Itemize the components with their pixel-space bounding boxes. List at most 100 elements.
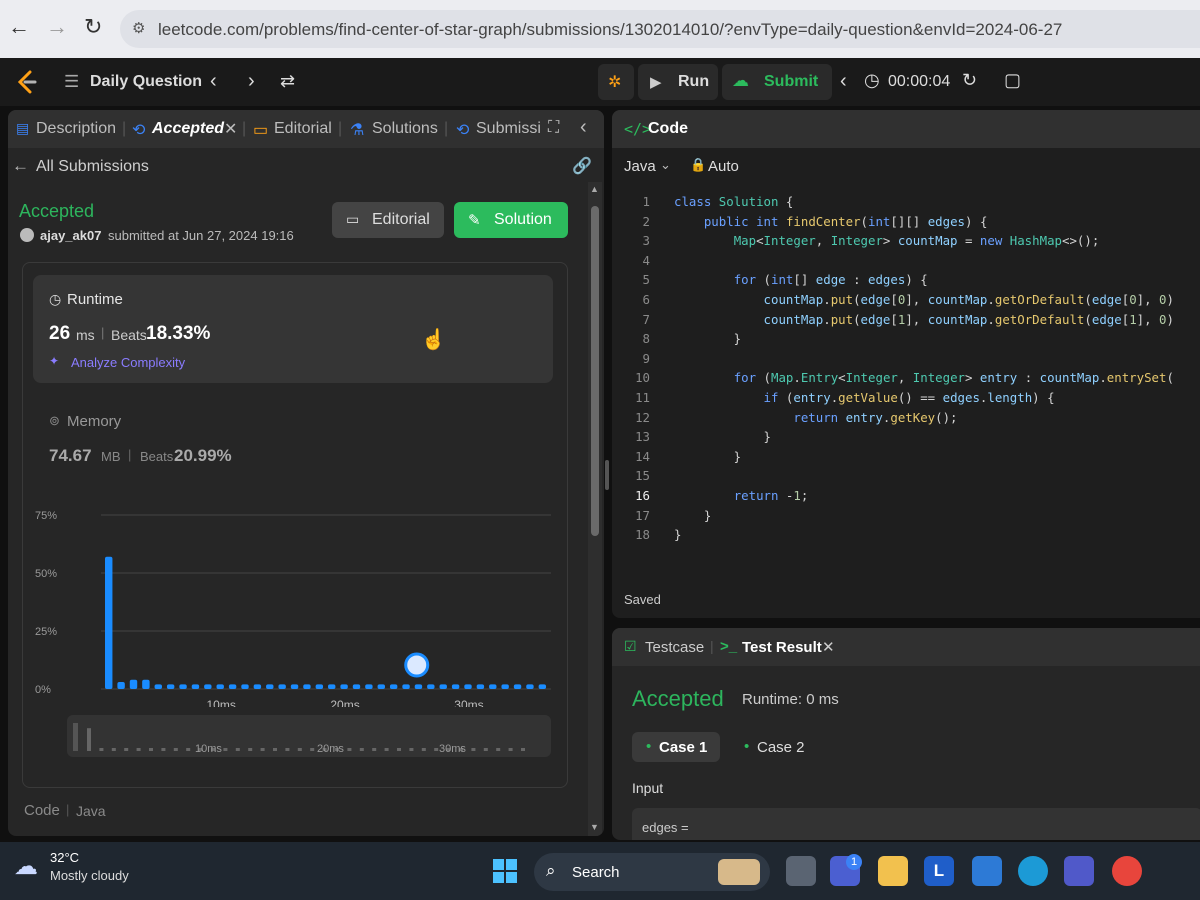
code-line[interactable]: 9: [620, 349, 1200, 368]
distribution-bar[interactable]: [427, 684, 435, 689]
your-runtime-marker[interactable]: [404, 652, 430, 678]
code-line[interactable]: 18}: [620, 525, 1200, 544]
url-text[interactable]: leetcode.com/problems/find-center-of-sta…: [158, 20, 1062, 40]
left-scrollbar[interactable]: ▲ ▼: [588, 182, 602, 836]
distribution-bar[interactable]: [216, 684, 224, 689]
memory-card[interactable]: ⊚ Memory 74.67 MB | Beats 20.99%: [33, 393, 553, 465]
distribution-bar[interactable]: [365, 684, 373, 689]
distribution-bar[interactable]: [538, 684, 547, 689]
code-line[interactable]: 1 class Solution {: [620, 192, 1200, 211]
distribution-bar[interactable]: [266, 684, 274, 689]
tab-submissions[interactable]: Submissi: [476, 120, 540, 138]
code-tab-title[interactable]: Code: [648, 120, 688, 138]
distribution-bar[interactable]: [278, 684, 286, 689]
task-view-icon[interactable]: [786, 856, 816, 886]
distribution-bar[interactable]: [241, 684, 249, 689]
case-2-button[interactable]: • Case 2: [732, 732, 820, 762]
distribution-bar[interactable]: [526, 684, 534, 689]
tab-testcase[interactable]: Testcase: [645, 639, 704, 656]
runtime-distribution-chart[interactable]: 75% 50% 25% 0% 10ms 20ms 30ms: [23, 497, 563, 707]
file-explorer-icon[interactable]: [878, 856, 908, 886]
distribution-bar[interactable]: [476, 684, 485, 689]
scroll-down-icon[interactable]: ▼: [590, 822, 599, 832]
back-arrow-icon[interactable]: ←: [12, 156, 29, 176]
tab-solutions[interactable]: Solutions: [372, 120, 438, 138]
distribution-bar[interactable]: [142, 679, 150, 689]
code-line[interactable]: 17 }: [620, 506, 1200, 525]
app-l-icon[interactable]: L: [924, 856, 954, 886]
submit-button[interactable]: ☁ Submit: [722, 64, 832, 100]
distribution-bar[interactable]: [154, 684, 162, 689]
code-line[interactable]: 12 return entry.getKey();: [620, 408, 1200, 427]
close-tab-icon[interactable]: ✕: [822, 638, 835, 656]
windows-start-icon[interactable]: [492, 858, 518, 884]
distribution-bar[interactable]: [303, 684, 311, 689]
prev-problem-icon[interactable]: ‹: [210, 70, 217, 93]
back-arrow-icon[interactable]: ←: [8, 14, 30, 40]
code-line[interactable]: 8 }: [620, 329, 1200, 348]
link-icon[interactable]: 🔗: [572, 156, 592, 176]
scroll-up-icon[interactable]: ▲: [590, 184, 599, 194]
distribution-bar[interactable]: [377, 684, 385, 689]
maximize-icon[interactable]: ⛶: [548, 119, 559, 137]
distribution-bar[interactable]: [204, 684, 212, 689]
timer-value[interactable]: 00:00:04: [888, 73, 950, 91]
reset-timer-icon[interactable]: ↻: [962, 70, 977, 91]
chart-range-navigator[interactable]: 10ms 20ms 30ms: [67, 715, 551, 757]
analyze-complexity-link[interactable]: Analyze Complexity: [71, 355, 185, 370]
panel-resize-handle[interactable]: [605, 460, 609, 490]
code-line[interactable]: 7 countMap.put(edge[1], countMap.getOrDe…: [620, 310, 1200, 329]
input-box[interactable]: edges =: [632, 808, 1200, 840]
timer-icon[interactable]: ◷: [864, 70, 880, 91]
code-line[interactable]: 15: [620, 466, 1200, 485]
distribution-bar[interactable]: [340, 684, 348, 689]
edge-icon[interactable]: [1018, 856, 1048, 886]
username[interactable]: ajay_ak07: [40, 228, 101, 243]
code-line[interactable]: 16 return -1;: [620, 486, 1200, 505]
editorial-button[interactable]: ▭ Editorial: [332, 202, 444, 238]
distribution-bar[interactable]: [228, 684, 237, 689]
code-line[interactable]: 5 for (int[] edge : edges) {: [620, 270, 1200, 289]
forward-arrow-icon[interactable]: →: [46, 14, 68, 40]
weather-desc[interactable]: Mostly cloudy: [50, 868, 129, 883]
code-line[interactable]: 4: [620, 251, 1200, 270]
distribution-bar[interactable]: [402, 684, 410, 689]
run-button[interactable]: ▶ Run: [638, 64, 718, 100]
list-icon[interactable]: ☰: [64, 72, 79, 92]
distribution-bar[interactable]: [191, 684, 200, 689]
teams-icon[interactable]: [1064, 856, 1094, 886]
solution-button[interactable]: ✎ Solution: [454, 202, 568, 238]
chrome-icon[interactable]: [1112, 856, 1142, 886]
distribution-bar[interactable]: [352, 684, 361, 689]
language-select[interactable]: Java: [624, 158, 656, 175]
code-line[interactable]: 6 countMap.put(edge[0], countMap.getOrDe…: [620, 290, 1200, 309]
next-problem-icon[interactable]: ›: [248, 70, 255, 93]
code-editor[interactable]: 1 class Solution {2 public int findCenter…: [620, 192, 1200, 552]
code-line[interactable]: 14 }: [620, 447, 1200, 466]
weather-cloud-icon[interactable]: ☁: [14, 852, 38, 881]
mail-icon[interactable]: [972, 856, 1002, 886]
reload-icon[interactable]: ↻: [84, 14, 102, 40]
distribution-bar[interactable]: [105, 556, 113, 689]
code-line[interactable]: 10 for (Map.Entry<Integer, Integer> entr…: [620, 368, 1200, 387]
collapse-panel-icon[interactable]: ‹: [580, 116, 587, 139]
distribution-bar[interactable]: [464, 684, 472, 689]
chevron-down-icon[interactable]: ⌄: [660, 157, 671, 173]
code-line[interactable]: 2 public int findCenter(int[][] edges) {: [620, 212, 1200, 231]
code-line[interactable]: 3 Map<Integer, Integer> countMap = new H…: [620, 231, 1200, 250]
all-submissions-link[interactable]: All Submissions: [36, 158, 149, 176]
code-line[interactable]: 11 if (entry.getValue() == edges.length)…: [620, 388, 1200, 407]
leetcode-logo-icon[interactable]: [16, 70, 38, 94]
tab-description[interactable]: Description: [36, 120, 116, 138]
distribution-bar[interactable]: [451, 684, 460, 689]
case-1-button[interactable]: • Case 1: [632, 732, 720, 762]
weather-temp[interactable]: 32°C: [50, 850, 79, 865]
tab-test-result[interactable]: Test Result: [742, 639, 822, 656]
collapse-timer-icon[interactable]: ‹: [840, 70, 847, 93]
distribution-bar[interactable]: [179, 684, 187, 689]
taskbar-search-box[interactable]: ⌕ Search: [534, 853, 770, 891]
close-tab-icon[interactable]: ✕: [224, 119, 237, 139]
auto-mode-label[interactable]: Auto: [708, 158, 739, 175]
scrollbar-thumb[interactable]: [591, 206, 599, 536]
distribution-bar[interactable]: [129, 679, 138, 689]
